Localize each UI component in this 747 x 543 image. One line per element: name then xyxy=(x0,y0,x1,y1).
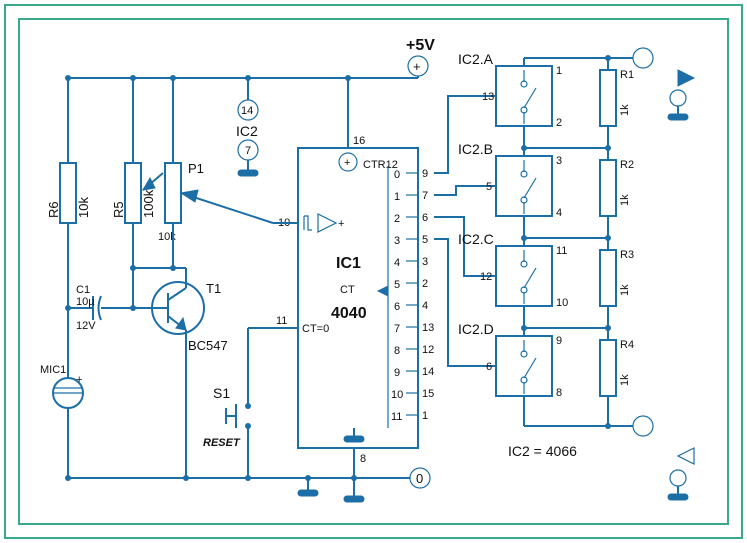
svg-text:4: 4 xyxy=(422,300,428,312)
plus-mic: + xyxy=(76,374,82,386)
svg-text:8: 8 xyxy=(394,345,400,357)
svg-text:+: + xyxy=(338,218,344,230)
schematic-frame: + +5V R6 10k R5 100k P1 10k xyxy=(0,0,747,543)
r5-ref: R5 xyxy=(111,201,126,218)
svg-text:10: 10 xyxy=(391,389,403,401)
svg-text:6: 6 xyxy=(394,301,400,313)
svg-text:11: 11 xyxy=(391,411,402,423)
svg-text:3: 3 xyxy=(394,235,400,247)
svg-text:3: 3 xyxy=(422,256,428,268)
svg-text:4: 4 xyxy=(556,207,562,219)
r6-val: 10k xyxy=(76,197,91,218)
ic1-ct: CT xyxy=(340,284,355,296)
mic-ref: MIC1 xyxy=(40,364,66,376)
ic1-part: 4040 xyxy=(331,305,367,322)
output-top-icon xyxy=(668,70,694,120)
svg-text:13: 13 xyxy=(482,91,494,103)
svg-text:7: 7 xyxy=(394,323,400,335)
svg-text:2: 2 xyxy=(394,213,400,225)
svg-text:15: 15 xyxy=(422,388,434,400)
svg-text:6: 6 xyxy=(422,212,428,224)
ic2c-ref: IC2.C xyxy=(458,231,494,247)
ic1-ctzero: CT=0 xyxy=(302,323,329,335)
ic1-pin11: 11 xyxy=(276,315,287,327)
svg-text:10: 10 xyxy=(556,297,568,309)
svg-text:1: 1 xyxy=(556,65,562,77)
r5-val: 100k xyxy=(141,189,156,218)
svg-text:5: 5 xyxy=(394,279,400,291)
svg-text:11: 11 xyxy=(556,245,567,257)
p1-ref: P1 xyxy=(188,161,204,176)
r2-val: 1k xyxy=(619,194,631,206)
svg-text:5: 5 xyxy=(486,181,492,193)
output-bottom-icon xyxy=(668,448,694,500)
svg-text:2: 2 xyxy=(556,117,562,129)
r1-val: 1k xyxy=(619,104,631,116)
r3-ref: R3 xyxy=(620,249,634,261)
s1-label: RESET xyxy=(203,437,241,449)
svg-text:13: 13 xyxy=(422,322,434,334)
ic1-pin16: 16 xyxy=(353,135,365,147)
r2-ref: R2 xyxy=(620,159,634,171)
svg-text:7: 7 xyxy=(422,190,428,202)
svg-text:12: 12 xyxy=(480,271,492,283)
svg-text:8: 8 xyxy=(556,387,562,399)
r6-ref: R6 xyxy=(46,201,61,218)
c1-ref: C1 xyxy=(76,284,90,296)
ic1-plus: + xyxy=(344,157,350,169)
ic1-ctr: CTR12 xyxy=(363,159,398,171)
c1-volt: 12V xyxy=(76,320,96,332)
svg-text:6: 6 xyxy=(486,361,492,373)
svg-text:14: 14 xyxy=(422,366,434,378)
r1-ref: R1 xyxy=(620,69,634,81)
svg-text:0: 0 xyxy=(394,169,400,181)
ic2a-ref: IC2.A xyxy=(458,51,494,67)
r4-ref: R4 xyxy=(620,339,634,351)
svg-text:3: 3 xyxy=(556,155,562,167)
svg-text:4: 4 xyxy=(394,257,400,269)
svg-text:12: 12 xyxy=(422,344,434,356)
schematic-canvas: + +5V R6 10k R5 100k P1 10k xyxy=(18,18,729,525)
svg-text:9: 9 xyxy=(422,168,428,180)
zero-volt-label: 0 xyxy=(416,471,423,486)
svg-text:1: 1 xyxy=(394,191,400,203)
ic2-power-ref: IC2 xyxy=(236,123,258,139)
power-5v-label: +5V xyxy=(406,37,435,54)
ic2-vcc-pin: 14 xyxy=(241,105,253,117)
plus-icon: + xyxy=(413,59,421,74)
svg-text:9: 9 xyxy=(394,367,400,379)
t1-ref: T1 xyxy=(206,281,221,296)
ic1-ref: IC1 xyxy=(336,255,361,272)
ic2b-ref: IC2.B xyxy=(458,141,493,157)
svg-text:1: 1 xyxy=(422,410,428,422)
svg-text:5: 5 xyxy=(422,234,428,246)
ic2-eq-label: IC2 = 4066 xyxy=(508,443,577,459)
c1-val: 10µ xyxy=(76,296,95,308)
ic2-gnd-pin: 7 xyxy=(245,145,251,157)
ic1-pin8: 8 xyxy=(360,453,366,465)
svg-text:2: 2 xyxy=(422,278,428,290)
t1-part: BC547 xyxy=(188,338,228,353)
ic2d-ref: IC2.D xyxy=(458,321,494,337)
r3-val: 1k xyxy=(619,284,631,296)
svg-text:9: 9 xyxy=(556,335,562,347)
r4-val: 1k xyxy=(619,374,631,386)
s1-ref: S1 xyxy=(213,385,230,401)
